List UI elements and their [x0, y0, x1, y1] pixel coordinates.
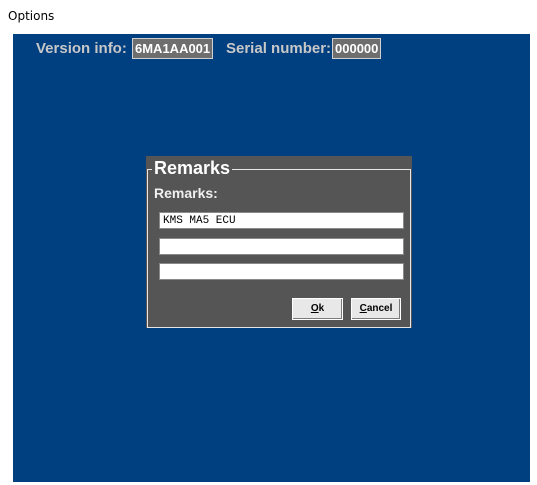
remarks-group-title: Remarks: [152, 157, 233, 179]
serial-number-label: Serial number:: [226, 40, 332, 57]
remarks-line-1-input[interactable]: [159, 212, 404, 229]
info-row: Version info: 6MA1AA001 Serial number: 0…: [13, 38, 530, 59]
cancel-button-label: ancel: [366, 303, 393, 314]
window-title: Options: [8, 9, 55, 23]
serial-number-value: 000000: [332, 38, 382, 59]
remarks-dialog: Remarks Remarks: Ok Cancel: [146, 156, 412, 328]
remarks-field-label: Remarks:: [154, 185, 218, 201]
options-window: Options Version info: 6MA1AA001 Serial n…: [0, 0, 537, 485]
ok-button[interactable]: Ok: [292, 298, 343, 320]
version-info-label: Version info:: [36, 40, 127, 57]
cancel-button-accel: C: [359, 303, 367, 314]
cancel-button[interactable]: Cancel: [351, 298, 401, 320]
ok-button-accel: O: [310, 303, 319, 314]
title-bar: Options: [0, 0, 537, 34]
options-panel: Version info: 6MA1AA001 Serial number: 0…: [13, 34, 530, 482]
ok-button-label: k: [318, 303, 325, 314]
version-info-value: 6MA1AA001: [132, 38, 214, 59]
remarks-line-3-input[interactable]: [159, 263, 404, 280]
remarks-line-2-input[interactable]: [159, 238, 404, 255]
